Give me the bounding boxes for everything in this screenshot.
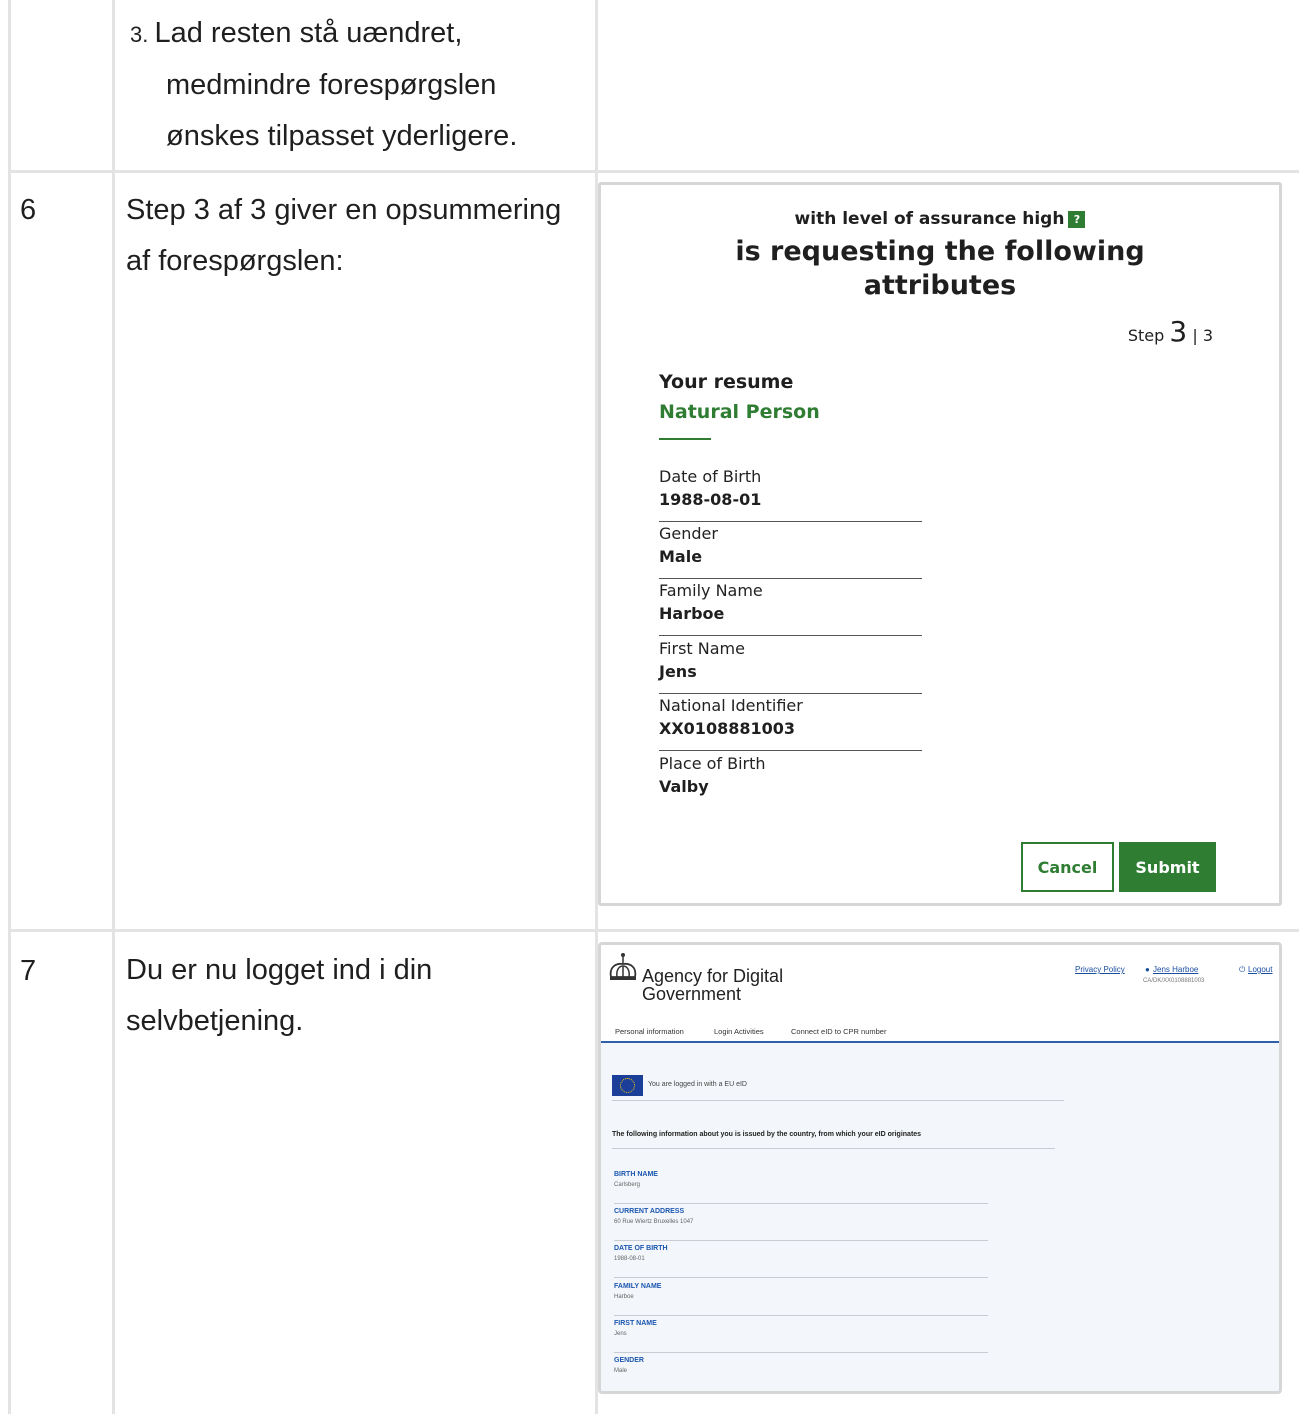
table-row-number: 6: [20, 194, 37, 226]
info-value: Harboe: [614, 1294, 634, 1300]
step-total: 3: [1202, 326, 1213, 345]
person-type: Natural Person: [659, 401, 820, 423]
nav-tab-personal-information[interactable]: Personal information: [615, 1027, 684, 1036]
table-row-description: Du er nu logget ind i din selvbetjening.: [126, 945, 432, 1047]
user-name-link[interactable]: Jens Harboe: [1153, 965, 1198, 974]
assurance-level-text: with level of assurance high?: [601, 209, 1279, 229]
privacy-policy-link[interactable]: Privacy Policy: [1075, 965, 1125, 974]
request-heading-line: attributes: [863, 270, 1017, 301]
divider: [612, 1100, 1064, 1101]
submit-button[interactable]: Submit: [1119, 842, 1216, 892]
agency-logo-text: Agency for Digital Government: [642, 967, 783, 1003]
info-row: GENDER Male: [614, 1353, 988, 1390]
info-label: DATE OF BIRTH: [614, 1245, 668, 1252]
attribute-value: 1988-08-01: [659, 490, 762, 509]
user-icon: ●: [1145, 965, 1150, 974]
description-line: selvbetjening.: [126, 1005, 304, 1037]
logged-in-notice: You are logged in with a EU eID: [648, 1081, 747, 1088]
table-row-divider: [8, 170, 1299, 173]
attribute-row: First Name Jens: [659, 637, 922, 694]
info-value: 1988-08-01: [614, 1256, 645, 1262]
attribute-row: Place of Birth Valby: [659, 752, 922, 809]
table-row-description: 3. Lad resten stå uændret, medmindre for…: [130, 8, 517, 162]
step-prefix: Step: [1127, 326, 1165, 345]
attribute-label: First Name: [659, 639, 745, 658]
info-value: Male: [614, 1368, 628, 1374]
info-label: BIRTH NAME: [614, 1171, 658, 1178]
attribute-label: National Identifier: [659, 696, 803, 715]
step-indicator: Step 3 | 3: [1128, 315, 1213, 348]
info-label: GENDER: [614, 1357, 644, 1364]
attribute-row: Gender Male: [659, 522, 922, 579]
info-value: 60 Rue Wiertz Bruxelles 1047: [614, 1219, 694, 1225]
cancel-button[interactable]: Cancel: [1021, 842, 1114, 892]
attribute-value: Jens: [659, 662, 697, 681]
attribute-row: Date of Birth 1988-08-01: [659, 465, 922, 522]
divider: [612, 1148, 1055, 1149]
table-row-divider: [8, 929, 1299, 932]
attribute-value: Valby: [659, 777, 709, 796]
info-row: CURRENT ADDRESS 60 Rue Wiertz Bruxelles …: [614, 1204, 988, 1241]
attribute-label: Family Name: [659, 581, 763, 600]
list-item-text: Lad resten stå uændret,: [154, 17, 463, 49]
selfservice-screenshot: Agency for Digital Government Privacy Po…: [598, 942, 1282, 1394]
logout-link[interactable]: Logout: [1248, 965, 1272, 974]
info-heading: The following information about you is i…: [612, 1131, 922, 1138]
description-line: Du er nu logget ind i din: [126, 954, 433, 986]
nav-tab-connect-eid[interactable]: Connect eID to CPR number: [791, 1027, 886, 1036]
list-number: 3.: [130, 22, 155, 47]
resume-title: Your resume: [659, 371, 794, 393]
attribute-value: Male: [659, 547, 703, 566]
list-item-line: ønskes tilpasset yderligere.: [166, 120, 518, 152]
info-value: Jens: [614, 1331, 627, 1337]
info-row: FAMILY NAME Harboe: [614, 1279, 988, 1316]
table-border-col1: [112, 0, 115, 1414]
description-line: Step 3 af 3 giver en opsummering: [126, 194, 562, 226]
info-label: CURRENT ADDRESS: [614, 1208, 685, 1215]
attribute-row: Family Name Harboe: [659, 579, 922, 636]
agency-logo-line: Agency for Digital: [642, 966, 784, 986]
attribute-label: Place of Birth: [659, 754, 766, 773]
info-label: FIRST NAME: [614, 1320, 657, 1327]
info-row: DATE OF BIRTH 1988-08-01: [614, 1241, 988, 1278]
request-heading: is requesting the following attributes: [601, 235, 1279, 303]
description-line: af forespørgslen:: [126, 245, 344, 277]
request-heading-line: is requesting the following: [735, 236, 1145, 267]
step3-summary-screenshot: with level of assurance high? is request…: [598, 182, 1282, 906]
section-underline: [659, 438, 711, 440]
crown-icon: [609, 953, 637, 980]
list-item-line: medmindre forespørgslen: [166, 69, 497, 101]
info-row: BIRTH NAME Carlsberg: [614, 1167, 988, 1204]
attribute-label: Date of Birth: [659, 467, 762, 486]
step-separator: |: [1192, 326, 1198, 345]
attribute-value: XX0108881003: [659, 719, 795, 738]
power-icon: ⏻: [1239, 965, 1246, 974]
step-current: 3: [1169, 315, 1188, 348]
assurance-level-label: with level of assurance high: [794, 209, 1065, 229]
info-row: FIRST NAME Jens: [614, 1316, 988, 1353]
table-border-left: [8, 0, 11, 1414]
table-row-description: Step 3 af 3 giver en opsummering af fore…: [126, 185, 561, 287]
attribute-label: Gender: [659, 524, 718, 543]
list-item-line: 3. Lad resten stå uændret,: [130, 8, 517, 60]
attribute-row: National Identifier XX0108881003: [659, 694, 922, 751]
help-icon[interactable]: ?: [1068, 210, 1086, 228]
user-identifier: CA/DK/XX0108881003: [1143, 978, 1205, 984]
info-label: FAMILY NAME: [614, 1283, 662, 1290]
eu-flag-icon: [612, 1075, 643, 1096]
agency-logo-line: Government: [642, 984, 742, 1004]
info-value: Carlsberg: [614, 1182, 641, 1188]
table-row-number: 7: [20, 955, 37, 987]
nav-tab-login-activities[interactable]: Login Activities: [714, 1027, 764, 1036]
attribute-value: Harboe: [659, 604, 725, 623]
